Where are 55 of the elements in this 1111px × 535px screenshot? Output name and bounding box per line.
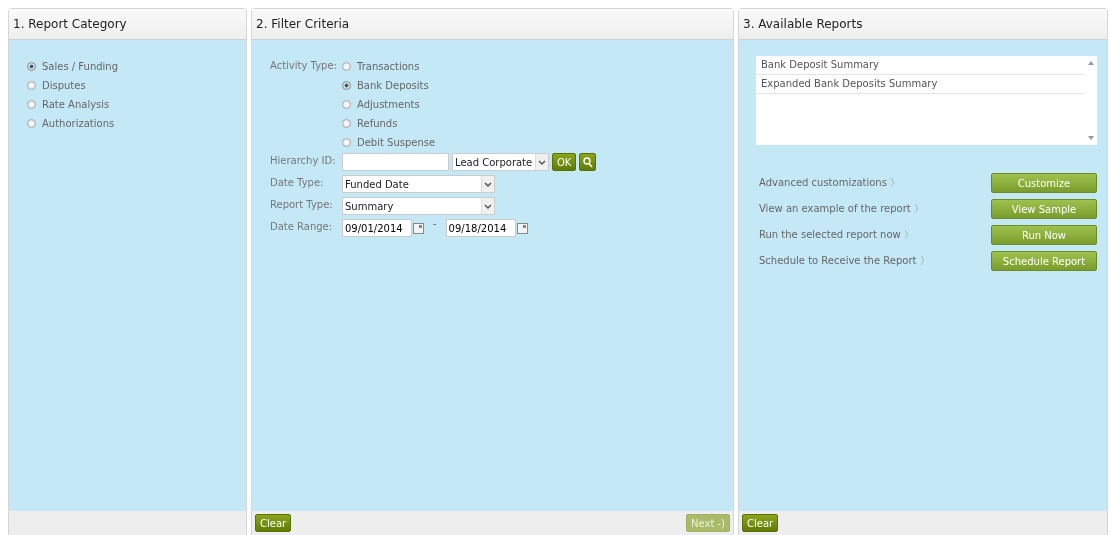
level-dropdown[interactable]: Lead Corporate bbox=[452, 153, 549, 171]
action-button[interactable]: View Sample bbox=[991, 199, 1097, 219]
calendar-icon[interactable] bbox=[516, 222, 528, 234]
radio-label: Authorizations bbox=[42, 117, 115, 129]
panel-title: 3. Available Reports bbox=[743, 17, 863, 31]
action-button[interactable]: Run Now bbox=[991, 225, 1097, 245]
scroll-up-icon[interactable] bbox=[1088, 61, 1094, 65]
report-list-item[interactable]: Bank Deposit Summary bbox=[756, 56, 1085, 75]
action-button[interactable]: Customize bbox=[991, 173, 1097, 193]
calendar-icon[interactable] bbox=[413, 222, 424, 234]
caret-icon bbox=[483, 201, 493, 211]
radio-label: Refunds bbox=[357, 117, 398, 129]
radio-label: Disputes bbox=[42, 79, 86, 91]
radio-button[interactable] bbox=[342, 137, 351, 147]
field-label: Activity Type: bbox=[270, 59, 338, 73]
field-label: Hierarchy ID: bbox=[270, 154, 337, 168]
action-button[interactable]: Schedule Report bbox=[991, 251, 1097, 271]
radio-button[interactable] bbox=[27, 118, 36, 128]
action-description: Run the selected report now 〉 bbox=[759, 228, 914, 242]
range-separator: - bbox=[432, 219, 438, 229]
clear-button[interactable]: Clear bbox=[742, 514, 779, 532]
radio-label: Debit Suspense bbox=[357, 136, 436, 148]
radio-label: Rate Analysis bbox=[42, 98, 110, 110]
clear-button[interactable]: Clear bbox=[255, 514, 292, 532]
search-button[interactable] bbox=[579, 153, 597, 171]
action-description: Schedule to Receive the Report 〉 bbox=[759, 254, 930, 268]
radio-label: Sales / Funding bbox=[42, 60, 119, 72]
caret-icon bbox=[537, 157, 547, 167]
radio-label: Adjustments bbox=[357, 98, 420, 110]
field-label: Date Type: bbox=[270, 176, 325, 190]
report-list-item[interactable]: Expanded Bank Deposits Summary bbox=[756, 75, 1085, 94]
date-type-dropdown[interactable]: Funded Date bbox=[342, 175, 495, 193]
action-description: View an example of the report 〉 bbox=[759, 202, 924, 216]
radio-button[interactable] bbox=[342, 118, 351, 128]
radio-button[interactable] bbox=[342, 61, 351, 71]
radio-label: Transactions bbox=[357, 60, 420, 72]
radio-button[interactable] bbox=[27, 99, 36, 109]
panel-title: 1. Report Category bbox=[13, 17, 127, 31]
hierarchy-id-field[interactable] bbox=[342, 153, 449, 171]
radio-button[interactable] bbox=[342, 99, 351, 109]
radio-button[interactable] bbox=[27, 80, 36, 90]
search-icon bbox=[582, 156, 593, 168]
date-field[interactable]: 09/18/2014 bbox=[445, 219, 516, 237]
radio-label: Bank Deposits bbox=[357, 79, 429, 91]
field-label: Report Type: bbox=[270, 198, 334, 212]
radio-button[interactable] bbox=[342, 80, 351, 90]
caret-icon bbox=[483, 179, 493, 189]
action-description: Advanced customizations 〉 bbox=[759, 176, 901, 190]
ok-button[interactable]: OK bbox=[552, 153, 577, 171]
panel-title: 2. Filter Criteria bbox=[256, 17, 350, 31]
radio-button[interactable] bbox=[27, 61, 36, 71]
field-label: Date Range: bbox=[270, 220, 334, 234]
date-field[interactable]: 09/01/2014 bbox=[342, 219, 412, 237]
scroll-down-icon[interactable] bbox=[1088, 136, 1094, 140]
report-type-dropdown[interactable]: Summary bbox=[342, 197, 495, 215]
